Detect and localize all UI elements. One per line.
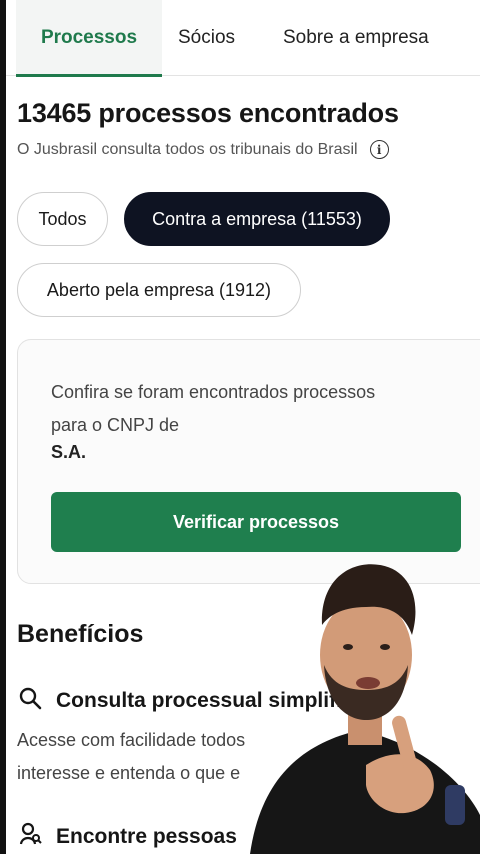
benefit-title: Encontre pessoas — [56, 825, 237, 848]
info-icon[interactable]: i — [369, 140, 389, 159]
subtitle-text: O Jusbrasil consulta todos os tribunais … — [17, 140, 358, 158]
tab-socios[interactable]: Sócios — [178, 0, 235, 76]
card-description-line1: Confira se foram encontrados processos — [51, 382, 376, 402]
benefit-item-encontre-pessoas: Encontre pessoas — [18, 822, 237, 852]
filter-chip-contra-a-empresa[interactable]: Contra a empresa (11553) — [124, 192, 390, 246]
search-icon — [18, 686, 42, 716]
benefits-heading: Benefícios — [17, 620, 144, 648]
card-description: Confira se foram encontrados processos p… — [51, 376, 375, 442]
card-description-line2: para o CNPJ de — [51, 415, 180, 435]
tab-sobre-a-empresa[interactable]: Sobre a empresa — [283, 0, 429, 76]
tab-bar: Processos Sócios Sobre a empresa — [6, 0, 480, 77]
screen-edge — [0, 0, 6, 854]
presenter-video-overlay — [240, 555, 480, 854]
page-title: 13465 processos encontrados — [17, 98, 399, 128]
page-subtitle: O Jusbrasil consulta todos os tribunais … — [17, 140, 389, 159]
benefit-description: Acesse com facilidade todos interesse e … — [17, 724, 245, 790]
verify-processes-button[interactable]: Verificar processos — [51, 492, 461, 552]
cnpj-check-card: Confira se foram encontrados processos p… — [17, 339, 480, 584]
filter-chip-todos[interactable]: Todos — [17, 192, 108, 246]
benefit-description-line2: interesse e entenda o que e — [17, 763, 241, 783]
company-name: S.A. — [51, 442, 87, 462]
people-icon — [18, 822, 42, 852]
filter-chip-aberto-pela-empresa[interactable]: Aberto pela empresa (1912) — [17, 263, 301, 317]
benefit-description-line1: Acesse com facilidade todos — [17, 730, 246, 750]
tab-processos[interactable]: Processos — [16, 0, 162, 77]
